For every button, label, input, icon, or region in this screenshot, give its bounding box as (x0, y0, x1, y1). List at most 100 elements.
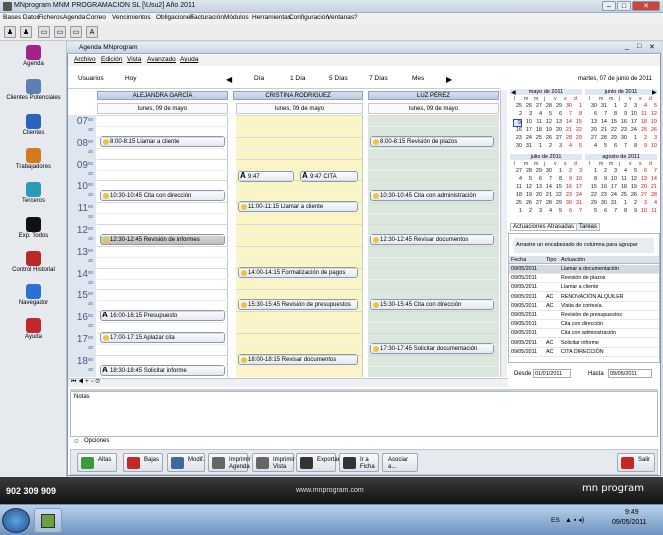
sidebar-item-2[interactable]: Clientes (0, 114, 67, 136)
calendar-day[interactable]: 26 (648, 127, 657, 133)
calendar-day[interactable]: 6 (553, 111, 562, 117)
agenda-menu-2[interactable]: Vista (127, 56, 141, 63)
calendar-day[interactable]: 23 (618, 127, 627, 133)
calendar-day[interactable]: 19 (523, 192, 532, 198)
calendar-day[interactable]: 16 (563, 184, 572, 190)
calendar-day[interactable]: 10 (638, 208, 647, 214)
menu-item-10[interactable]: Ventanas (327, 14, 354, 21)
calendar-day[interactable]: 7 (563, 111, 572, 117)
calendar-day[interactable]: 30 (618, 135, 627, 141)
calendar-day[interactable]: 8 (628, 143, 637, 149)
header-fecha[interactable]: Fecha (511, 257, 526, 263)
calendar-day[interactable]: 10 (628, 111, 637, 117)
collapse-icon[interactable]: ⊙ (74, 438, 79, 445)
calendar-day[interactable]: 7 (618, 143, 627, 149)
calendar-day[interactable]: 16 (513, 127, 522, 133)
table-row[interactable]: 09/05/2011 Cita con dirección (509, 320, 659, 330)
toolbar-folder-icon[interactable]: ▭ (38, 26, 50, 38)
tab-actuaciones[interactable]: Actuaciones Atrasadas (510, 223, 578, 231)
calendar-day[interactable]: 14 (598, 119, 607, 125)
calendar-day[interactable]: 13 (588, 119, 597, 125)
calendar-day[interactable]: 25 (533, 135, 542, 141)
calendar-day[interactable]: 5 (628, 168, 637, 174)
calendar-day[interactable]: 5 (648, 103, 657, 109)
7-dias-button[interactable]: 7 Días (369, 75, 388, 82)
sidebar-item-6[interactable]: Control Historial (0, 251, 67, 273)
calendar-day[interactable]: 19 (628, 184, 637, 190)
agenda-menu-3[interactable]: Avanzado (147, 56, 176, 63)
go-to-record-button[interactable]: Ir a Ficha (339, 453, 379, 472)
calendar-day[interactable]: 20 (553, 127, 562, 133)
calendar-day[interactable]: 22 (553, 192, 562, 198)
calendar-day[interactable]: 16 (618, 119, 627, 125)
calendar-day[interactable]: 30 (563, 103, 572, 109)
calendar-day[interactable]: 18 (618, 184, 627, 190)
toolbar-folder3-icon[interactable]: ▭ (70, 26, 82, 38)
calendar-day[interactable]: 3 (523, 111, 532, 117)
calendar-day[interactable]: 14 (543, 184, 552, 190)
calendar-day[interactable]: 6 (608, 143, 617, 149)
agenda-minimize-button[interactable]: _ (625, 43, 629, 50)
calendar-day[interactable]: 12 (543, 119, 552, 125)
calendar-day[interactable]: 24 (523, 135, 532, 141)
calendar-day[interactable]: 1 (608, 103, 617, 109)
calendar-day[interactable]: 4 (543, 208, 552, 214)
table-row[interactable]: 09/05/2011 AC RENOVACIÓN ALQUILER (509, 293, 659, 302)
calendar-day[interactable]: 31 (598, 103, 607, 109)
calendar-day[interactable]: 6 (533, 176, 542, 182)
calendar-day[interactable]: 4 (533, 111, 542, 117)
calendar-day[interactable]: 28 (598, 135, 607, 141)
calendar-day[interactable]: 15 (553, 184, 562, 190)
calendar-day[interactable]: 4 (513, 176, 522, 182)
header-actuacion[interactable]: Actuación (561, 257, 585, 263)
calendar-day[interactable]: 31 (573, 200, 582, 206)
toolbar-text-icon[interactable]: A (86, 26, 98, 38)
toolbar-user2-icon[interactable]: ♟ (20, 26, 32, 38)
menu-item-8[interactable]: Herramientas (252, 14, 291, 21)
calendar-day[interactable]: 30 (598, 200, 607, 206)
calendar-day[interactable]: 12 (628, 176, 637, 182)
calendar-day[interactable]: 4 (648, 200, 657, 206)
minimize-button[interactable]: – (602, 1, 616, 11)
close-button[interactable]: ✕ (632, 1, 660, 11)
calendar-day[interactable]: 7 (573, 208, 582, 214)
calendar-day[interactable]: 1 (513, 208, 522, 214)
calendar-day[interactable]: 10 (648, 143, 657, 149)
usuarios-button[interactable]: Usuarios (78, 75, 104, 82)
calendar-day[interactable]: 27 (553, 135, 562, 141)
calendar-day[interactable]: 5 (573, 143, 582, 149)
agenda-menu-4[interactable]: Ayuda (180, 56, 198, 63)
delete-button[interactable]: Bajas (123, 453, 163, 472)
calendar-day[interactable]: 30 (543, 168, 552, 174)
tab-tareas[interactable]: Tareas (576, 223, 601, 231)
calendar-day[interactable]: 6 (638, 168, 647, 174)
calendar-day[interactable]: 27 (533, 200, 542, 206)
table-row[interactable]: 09/05/2011 AC Solicitar informe (509, 339, 659, 348)
calendar-day[interactable]: 24 (573, 192, 582, 198)
calendar-day[interactable]: 14 (648, 176, 657, 182)
table-row[interactable]: 09/05/2011 Llamar a documentación (509, 265, 659, 274)
calendar-day[interactable]: 17 (628, 119, 637, 125)
calendar-day[interactable]: 19 (648, 119, 657, 125)
calendar-day[interactable]: 29 (608, 135, 617, 141)
calendar-day[interactable]: 23 (513, 135, 522, 141)
calendar-day[interactable]: 14 (563, 119, 572, 125)
calendar-day[interactable]: 29 (573, 135, 582, 141)
calendar-day[interactable]: 13 (553, 119, 562, 125)
calendar-day[interactable]: 17 (523, 127, 532, 133)
agenda-menu-0[interactable]: Archivo (74, 56, 96, 63)
calendar-day[interactable]: 1 (533, 143, 542, 149)
toolbar-user-icon[interactable]: ♟ (4, 26, 16, 38)
language-indicator[interactable]: ES (551, 517, 560, 524)
calendar-day[interactable]: 27 (513, 168, 522, 174)
menu-item-9[interactable]: Configuración (289, 14, 329, 21)
calendar-day[interactable]: 13 (638, 176, 647, 182)
calendar-day[interactable]: 31 (523, 143, 532, 149)
taskbar-app-button[interactable] (34, 508, 62, 533)
calendar-day[interactable]: 2 (638, 135, 647, 141)
calendar-day[interactable]: 1 (573, 103, 582, 109)
menu-item-2[interactable]: Agenda (63, 14, 85, 21)
calendar-day[interactable]: 26 (543, 135, 552, 141)
menu-item-11[interactable]: ? (354, 14, 358, 21)
associate-button[interactable]: Asociar a... (382, 453, 418, 472)
